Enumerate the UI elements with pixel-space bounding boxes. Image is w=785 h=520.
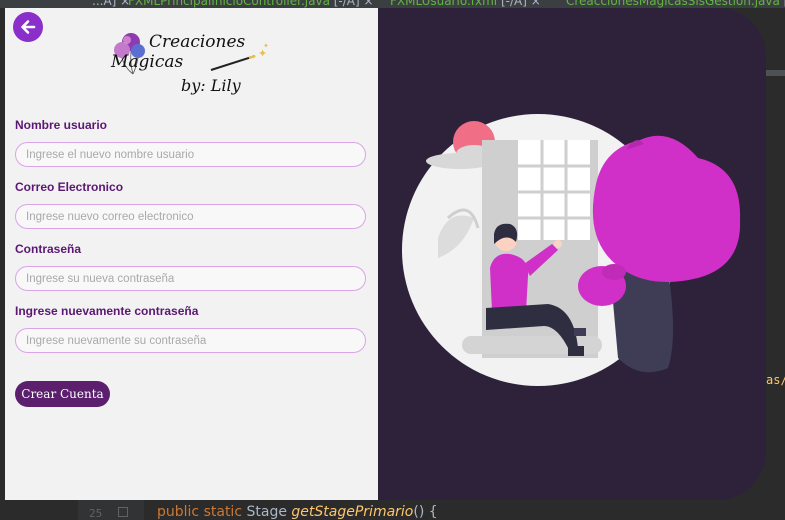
- email-label: Correo Electronico: [15, 180, 124, 194]
- code-punctuation: () {: [413, 504, 438, 520]
- ide-tab-fxml[interactable]: FXMLUsuario.fxml [-/A] ×: [390, 0, 541, 8]
- brand-logo: ✦ ✦ Creaciones Magicas by: Lily: [103, 26, 273, 98]
- ide-tab-previous[interactable]: ...A] ×: [92, 0, 130, 8]
- ide-tab-suffix: [-/A] ×: [329, 0, 374, 8]
- ide-tab-controller[interactable]: FXMLPrincipalInicioController.java [-/A]…: [128, 0, 374, 8]
- ide-tab-bar: ...A] × FXMLPrincipalInicioController.ja…: [0, 0, 785, 8]
- ide-code-line: public static Stage getStagePrimario() {: [157, 504, 438, 520]
- woman-sitting-under-tree-illustration: [402, 114, 741, 386]
- ide-scroll-strip: [766, 70, 785, 76]
- arrow-left-icon: [21, 20, 36, 34]
- fold-icon[interactable]: [118, 507, 128, 517]
- confirm-password-label: Ingrese nuevamente contraseña: [15, 304, 199, 318]
- illustration-panel: [378, 8, 766, 500]
- ide-tab-suffix: [-/: [780, 0, 785, 8]
- logo-line-1: Creaciones: [149, 32, 246, 52]
- code-method: getStagePrimario: [291, 504, 414, 520]
- ide-tab-suffix: [-/A] ×: [497, 0, 541, 8]
- code-keyword: public: [157, 504, 200, 520]
- ide-tab-filename: FXMLUsuario.fxml: [390, 0, 498, 8]
- ide-editor-right-edge: [766, 8, 785, 520]
- ide-gutter: [78, 500, 144, 520]
- ide-code-fragment: as/: [766, 373, 785, 387]
- email-input[interactable]: [15, 204, 366, 229]
- username-label: Nombre usuario: [15, 118, 108, 132]
- ide-tab-main[interactable]: CreaccionesMagicasSisGestion.java [-/: [566, 0, 785, 8]
- svg-text:✦: ✦: [263, 42, 269, 50]
- code-keyword: static: [203, 504, 243, 520]
- back-button[interactable]: [13, 12, 43, 42]
- ide-tab-filename: CreaccionesMagicasSisGestion.java: [566, 0, 780, 8]
- ide-line-number: 25: [89, 507, 103, 520]
- create-account-button[interactable]: Crear Cuenta: [15, 381, 110, 407]
- form-panel: ✦ ✦ Creaciones Magicas by: Lily Nombre u…: [5, 8, 378, 500]
- create-account-window: ✦ ✦ Creaciones Magicas by: Lily Nombre u…: [5, 8, 766, 500]
- logo-line-2: Magicas: [111, 52, 184, 72]
- username-input[interactable]: [15, 142, 366, 167]
- ide-tab-filename: FXMLPrincipalInicioController.java: [128, 0, 330, 8]
- code-type: Stage: [246, 504, 287, 520]
- password-input[interactable]: [15, 266, 366, 291]
- logo-line-3: by: Lily: [181, 76, 241, 95]
- confirm-password-input[interactable]: [15, 328, 366, 353]
- password-label: Contraseña: [15, 242, 82, 256]
